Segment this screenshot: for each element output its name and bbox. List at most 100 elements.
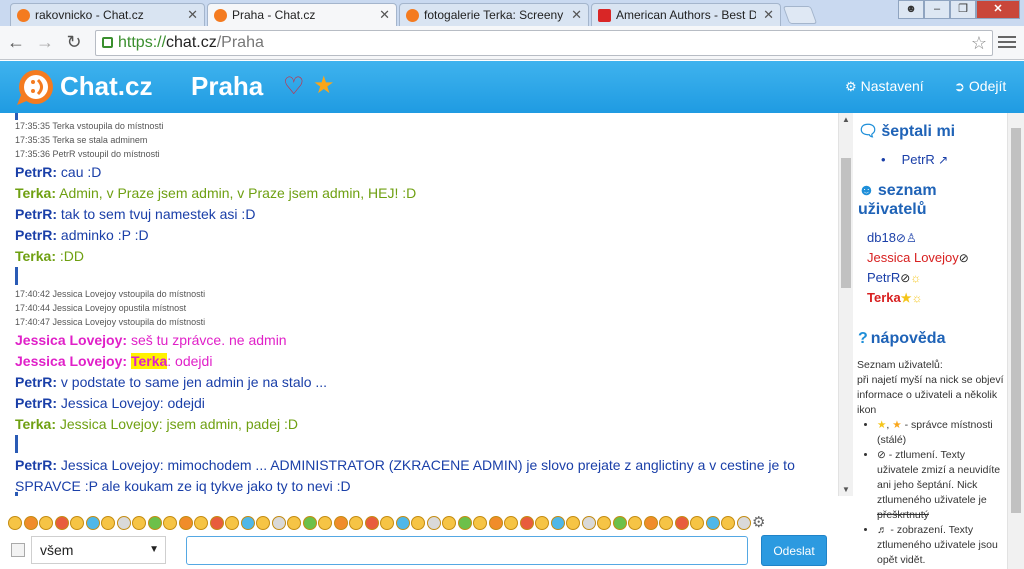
- scrollbar-thumb[interactable]: [1011, 128, 1021, 513]
- user-item[interactable]: Terka★☼: [867, 290, 923, 305]
- gear-icon[interactable]: ⚙: [752, 514, 766, 531]
- emoticon-icon[interactable]: [39, 516, 53, 531]
- emoticon-icon[interactable]: [550, 516, 565, 531]
- emoticon-icon[interactable]: [411, 516, 425, 531]
- emoticon-icon[interactable]: [628, 516, 642, 531]
- emoticon-icon[interactable]: [240, 516, 255, 531]
- message-nick[interactable]: PetrR:: [15, 374, 57, 390]
- scrollbar-thumb[interactable]: [841, 158, 851, 288]
- emoticon-icon[interactable]: [674, 516, 689, 531]
- emoticon-icon[interactable]: [318, 516, 332, 531]
- close-icon[interactable]: ✕: [763, 7, 774, 23]
- sidebar-scrollbar[interactable]: [1007, 113, 1024, 569]
- emoticon-icon[interactable]: [364, 516, 379, 531]
- star-icon[interactable]: ★: [313, 73, 335, 99]
- emoticon-icon[interactable]: [132, 516, 146, 531]
- message-nick[interactable]: Terka:: [15, 248, 56, 264]
- emoticon-icon[interactable]: [380, 516, 394, 531]
- open-window-icon[interactable]: ↗: [935, 153, 948, 167]
- bookmark-star-icon[interactable]: ☆: [971, 31, 987, 55]
- heart-icon[interactable]: ♡: [283, 74, 305, 100]
- forward-button[interactable]: →: [33, 31, 57, 55]
- emoticon-icon[interactable]: [612, 516, 627, 531]
- new-tab-button[interactable]: [782, 6, 818, 24]
- emoticon-icon[interactable]: [721, 516, 735, 531]
- emoticon-icon[interactable]: [566, 516, 580, 531]
- message-nick[interactable]: Terka:: [15, 416, 56, 432]
- whisper-item[interactable]: • PetrR ↗: [881, 152, 948, 167]
- emoticon-icon[interactable]: [736, 516, 751, 531]
- user-icon[interactable]: ☻: [898, 0, 924, 19]
- browser-tab-rakovnicko[interactable]: rakovnicko - Chat.cz ✕: [10, 3, 205, 26]
- mute-icon[interactable]: ⊘: [900, 271, 910, 285]
- emoticon-icon[interactable]: [488, 516, 503, 531]
- emoticon-icon[interactable]: [54, 516, 69, 531]
- reload-button[interactable]: ↻: [62, 31, 86, 55]
- user-nick[interactable]: PetrR: [867, 270, 900, 285]
- back-button[interactable]: ←: [4, 31, 28, 55]
- emoticon-icon[interactable]: [643, 516, 658, 531]
- emoticon-icon[interactable]: [349, 516, 363, 531]
- message-nick[interactable]: Jessica Lovejoy:: [15, 332, 127, 348]
- emoticon-icon[interactable]: [256, 516, 270, 531]
- emoticon-icon[interactable]: [163, 516, 177, 531]
- message-nick[interactable]: PetrR:: [15, 457, 57, 473]
- emoticon-icon[interactable]: [659, 516, 673, 531]
- mute-icon[interactable]: ⊘: [896, 231, 906, 245]
- message-nick[interactable]: PetrR:: [15, 206, 57, 222]
- user-nick[interactable]: Jessica Lovejoy: [867, 250, 959, 265]
- user-item[interactable]: PetrR⊘☼: [867, 270, 921, 285]
- address-bar[interactable]: https://chat.cz/Praha ☆: [95, 30, 993, 56]
- emoticon-icon[interactable]: [597, 516, 611, 531]
- emoticon-icon[interactable]: [473, 516, 487, 531]
- brand-name[interactable]: Chat.cz: [60, 71, 152, 102]
- emoticon-icon[interactable]: [101, 516, 115, 531]
- browser-tab-youtube[interactable]: American Authors - Best D ✕: [591, 3, 781, 26]
- emoticon-icon[interactable]: [271, 516, 286, 531]
- emoticon-icon[interactable]: [581, 516, 596, 531]
- emoticon-icon[interactable]: [147, 516, 162, 531]
- recipient-select[interactable]: všem ▼: [31, 536, 166, 564]
- emoticon-icon[interactable]: [535, 516, 549, 531]
- emoticon-icon[interactable]: [504, 516, 518, 531]
- whisper-checkbox[interactable]: [11, 543, 25, 557]
- emoticon-icon[interactable]: [23, 516, 38, 531]
- emoticon-icon[interactable]: [85, 516, 100, 531]
- logout-link[interactable]: ➲ Odejít: [954, 78, 1006, 95]
- scroll-up-arrow[interactable]: ▲: [842, 115, 850, 124]
- send-button[interactable]: Odeslat: [761, 535, 827, 566]
- message-nick[interactable]: Terka:: [15, 185, 56, 201]
- user-item[interactable]: Jessica Lovejoy⊘: [867, 250, 969, 265]
- emoticon-icon[interactable]: [333, 516, 348, 531]
- settings-link[interactable]: ⚙ Nastavení: [845, 78, 924, 95]
- minimize-button[interactable]: –: [924, 0, 950, 19]
- close-icon[interactable]: ✕: [571, 7, 582, 23]
- emoticon-icon[interactable]: [287, 516, 301, 531]
- emoticon-icon[interactable]: [116, 516, 131, 531]
- user-nick[interactable]: Terka: [867, 290, 901, 305]
- scroll-down-arrow[interactable]: ▼: [842, 485, 850, 494]
- emoticon-icon[interactable]: [225, 516, 239, 531]
- message-nick[interactable]: PetrR:: [15, 395, 57, 411]
- browser-menu-button[interactable]: [998, 33, 1016, 51]
- chat-logo-icon[interactable]: [15, 69, 55, 107]
- browser-tab-praha[interactable]: Praha - Chat.cz ✕: [207, 3, 397, 27]
- emoticon-icon[interactable]: [519, 516, 534, 531]
- whisper-nick[interactable]: PetrR: [902, 152, 935, 167]
- emoticon-icon[interactable]: [442, 516, 456, 531]
- emoticon-icon[interactable]: [302, 516, 317, 531]
- message-nick[interactable]: Jessica Lovejoy:: [15, 353, 127, 369]
- emoticon-icon[interactable]: [178, 516, 193, 531]
- emoticon-icon[interactable]: [194, 516, 208, 531]
- browser-tab-fotogalerie[interactable]: fotogalerie Terka: Screeny s ✕: [399, 3, 589, 26]
- user-item[interactable]: db18⊘♙: [867, 230, 917, 245]
- mute-icon[interactable]: ⊘: [959, 251, 969, 265]
- emoticon-icon[interactable]: [209, 516, 224, 531]
- user-nick[interactable]: db18: [867, 230, 896, 245]
- close-icon[interactable]: ✕: [187, 7, 198, 23]
- emoticon-icon[interactable]: [70, 516, 84, 531]
- mention-highlight[interactable]: Terka: [130, 353, 168, 369]
- emoticon-icon[interactable]: [690, 516, 704, 531]
- messages-scrollbar[interactable]: ▲ ▼: [838, 113, 853, 496]
- message-list[interactable]: 17:35:35 Terka vstoupila do místnosti 17…: [0, 113, 838, 496]
